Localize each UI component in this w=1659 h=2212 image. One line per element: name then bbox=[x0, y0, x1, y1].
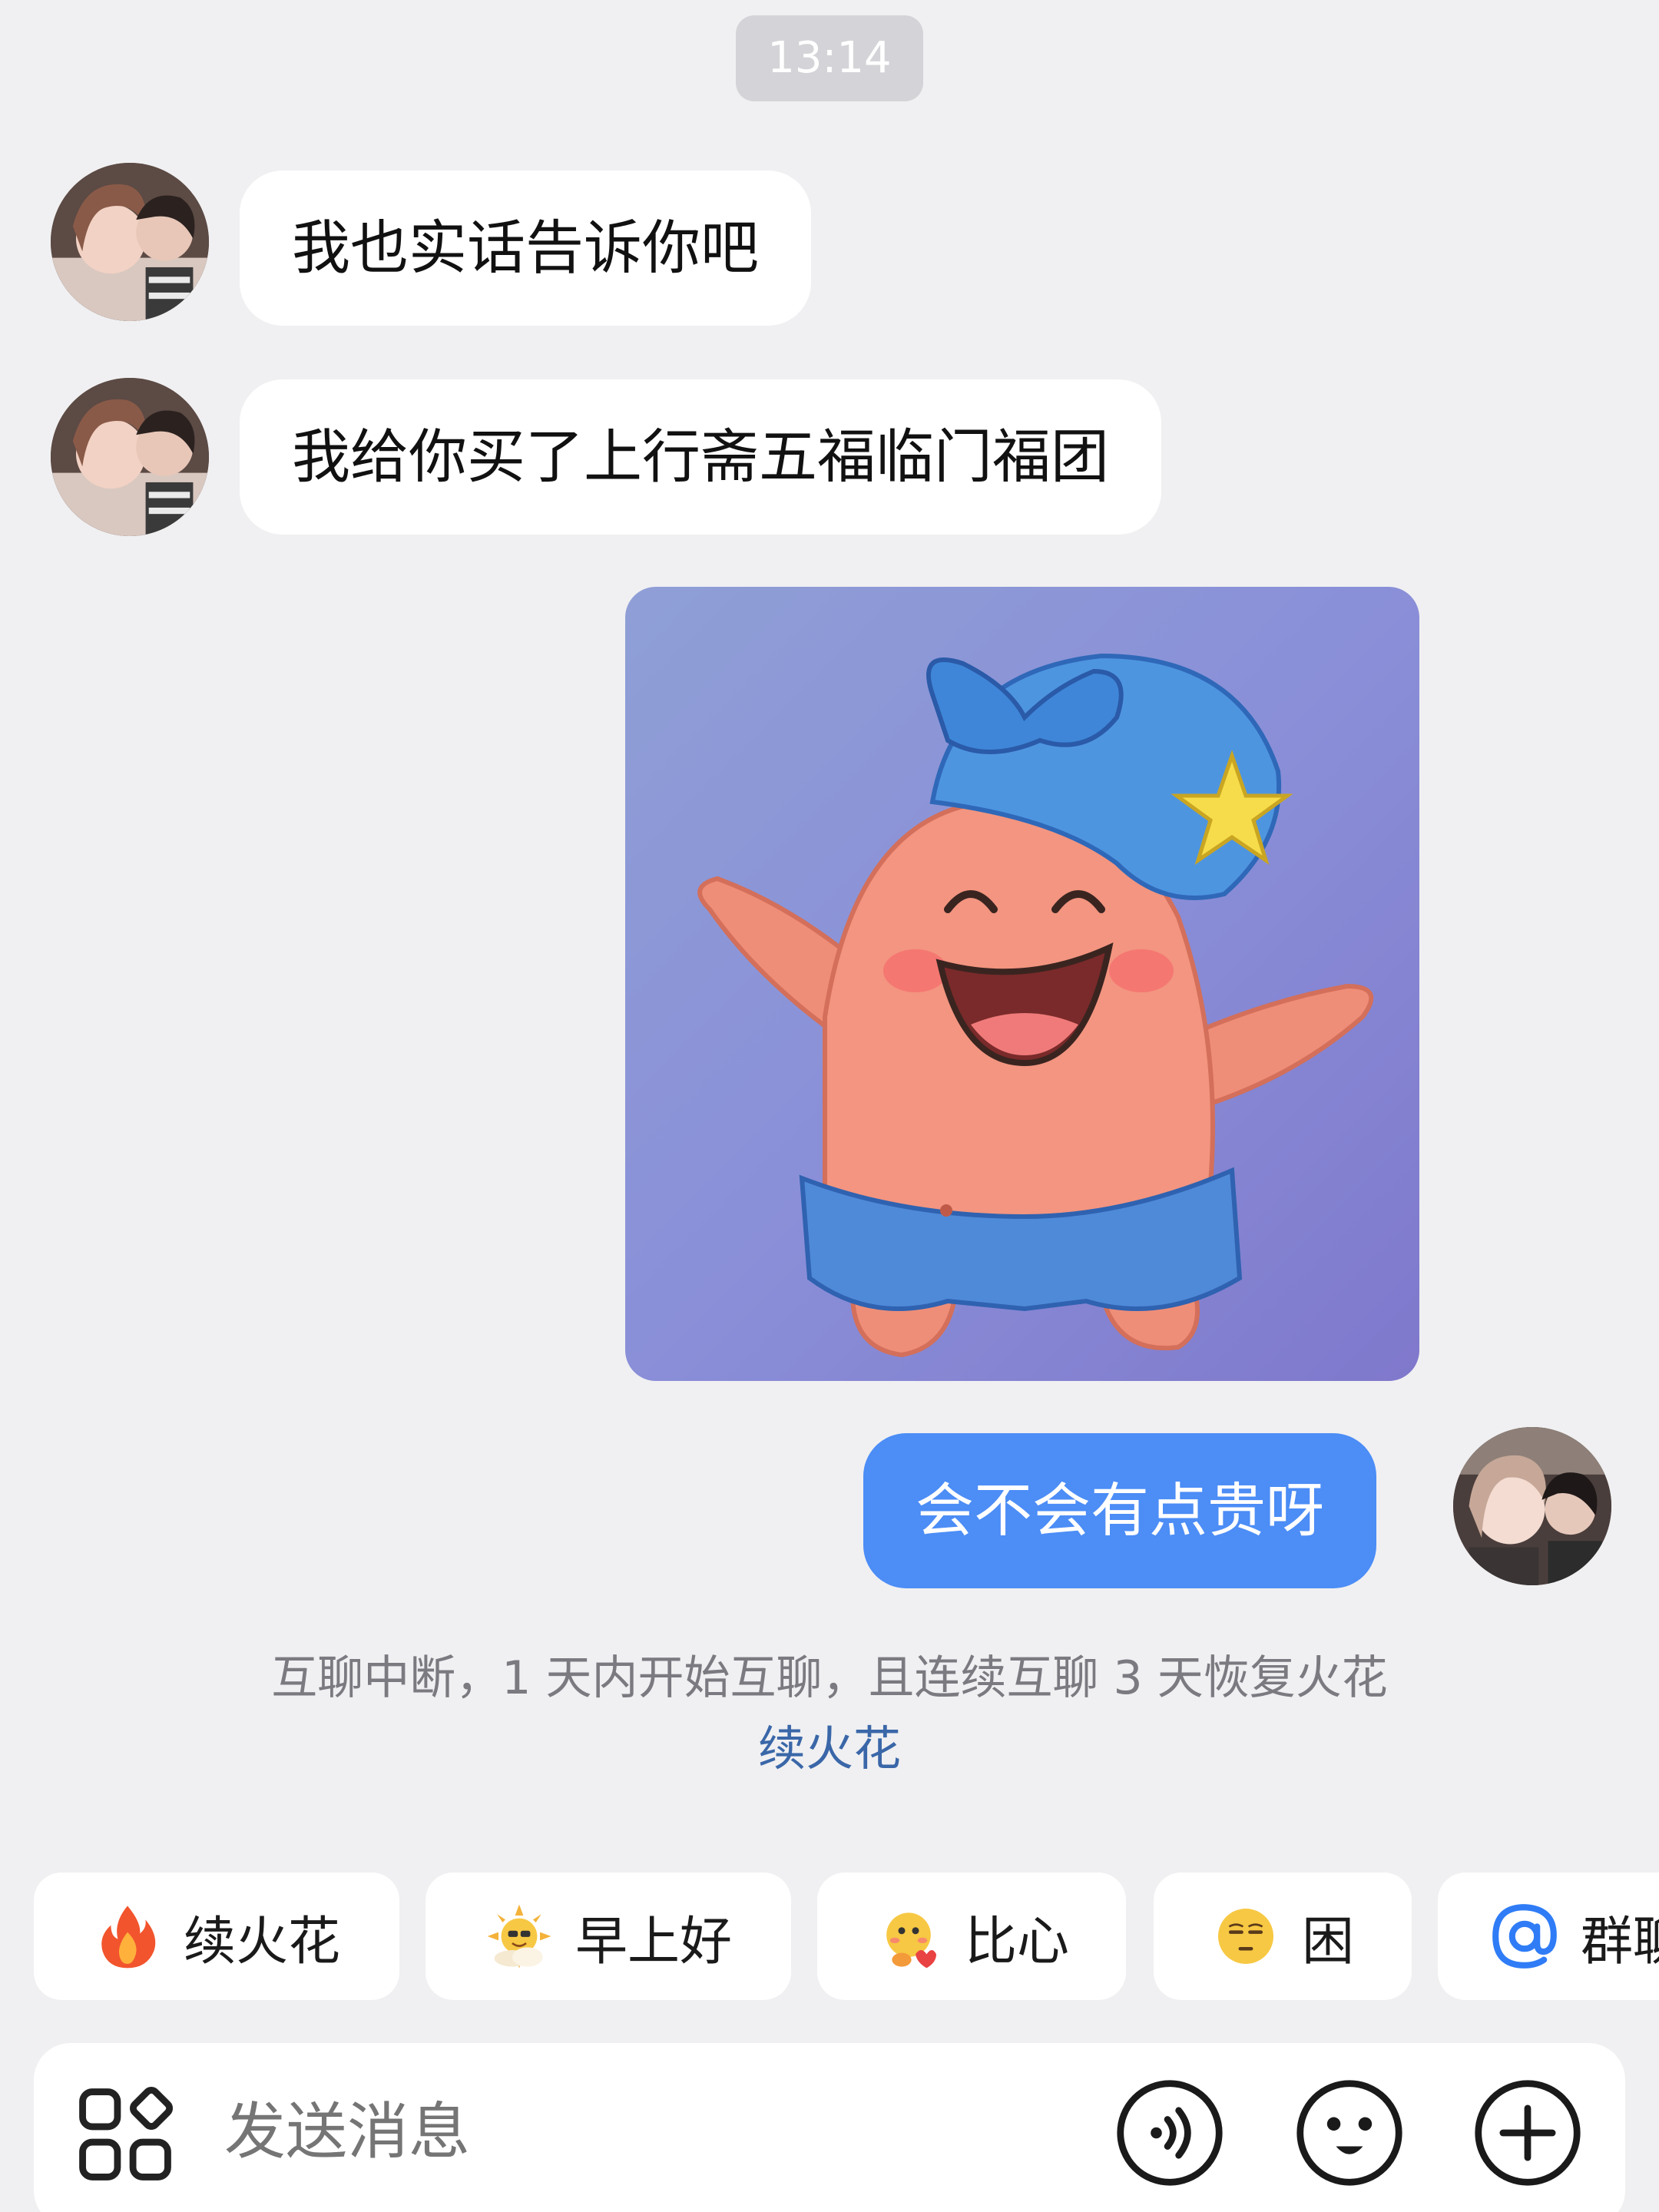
apps-icon[interactable] bbox=[77, 2086, 174, 2183]
sun-cloud-emoji-icon bbox=[485, 1902, 554, 1971]
message-bubble-received[interactable]: 我也实话告诉你吧 bbox=[240, 171, 811, 326]
at-icon bbox=[1490, 1902, 1559, 1971]
contact-avatar[interactable] bbox=[51, 163, 209, 321]
avatar-photo bbox=[51, 163, 209, 321]
sticker-message[interactable] bbox=[625, 587, 1419, 1381]
voice-wave-icon bbox=[1117, 2080, 1223, 2186]
avatar-photo bbox=[51, 378, 209, 536]
quick-reply-continue-spark[interactable]: 续火花 bbox=[34, 1873, 399, 2000]
quick-reply-bar: 续火花 早上好 比心 困 群 bbox=[0, 1873, 1659, 2000]
quick-reply-sleepy[interactable]: 困 bbox=[1154, 1873, 1412, 2000]
quick-reply-finger-heart[interactable]: 比心 bbox=[817, 1873, 1126, 2000]
quick-reply-group-chat[interactable]: 群聊 bbox=[1438, 1873, 1659, 2000]
timestamp-pill: 13:14 bbox=[736, 15, 923, 101]
emoji-button[interactable] bbox=[1293, 2077, 1406, 2189]
continue-spark-link[interactable]: 续火花 bbox=[0, 1714, 1659, 1783]
self-avatar[interactable] bbox=[1453, 1427, 1611, 1585]
quick-reply-label: 早上好 bbox=[575, 1911, 732, 1972]
starfish-sticker-image bbox=[625, 587, 1419, 1381]
message-input[interactable] bbox=[223, 2081, 1109, 2183]
smiley-face-icon bbox=[1296, 2080, 1402, 2186]
add-button[interactable] bbox=[1472, 2077, 1584, 2189]
contact-avatar[interactable] bbox=[51, 378, 209, 536]
chat-screen: 13:14 我也实话告诉你吧 我给你买了上行斋五福临门福团 会不会有点贵呀 互聊… bbox=[0, 0, 1659, 2212]
quick-reply-label: 比心 bbox=[964, 1911, 1069, 1972]
message-bubble-sent[interactable]: 会不会有点贵呀 bbox=[863, 1433, 1376, 1588]
voice-button[interactable] bbox=[1114, 2077, 1226, 2189]
message-bubble-received[interactable]: 我给你买了上行斋五福临门福团 bbox=[240, 379, 1161, 535]
quick-reply-label: 群聊 bbox=[1581, 1911, 1659, 1972]
message-input-bar bbox=[34, 2043, 1625, 2212]
sleepy-face-icon bbox=[1211, 1902, 1280, 1971]
quick-reply-label: 困 bbox=[1301, 1911, 1354, 1972]
heart-hands-emoji-icon bbox=[874, 1902, 943, 1971]
plus-icon bbox=[1475, 2080, 1581, 2186]
avatar-photo bbox=[1453, 1427, 1611, 1585]
spark-interrupted-notice: 互聊中断，1 天内开始互聊，且连续互聊 3 天恢复火花 bbox=[271, 1651, 1388, 1705]
quick-reply-good-morning[interactable]: 早上好 bbox=[426, 1873, 791, 2000]
fire-icon bbox=[93, 1902, 162, 1971]
quick-reply-label: 续火花 bbox=[183, 1911, 340, 1972]
